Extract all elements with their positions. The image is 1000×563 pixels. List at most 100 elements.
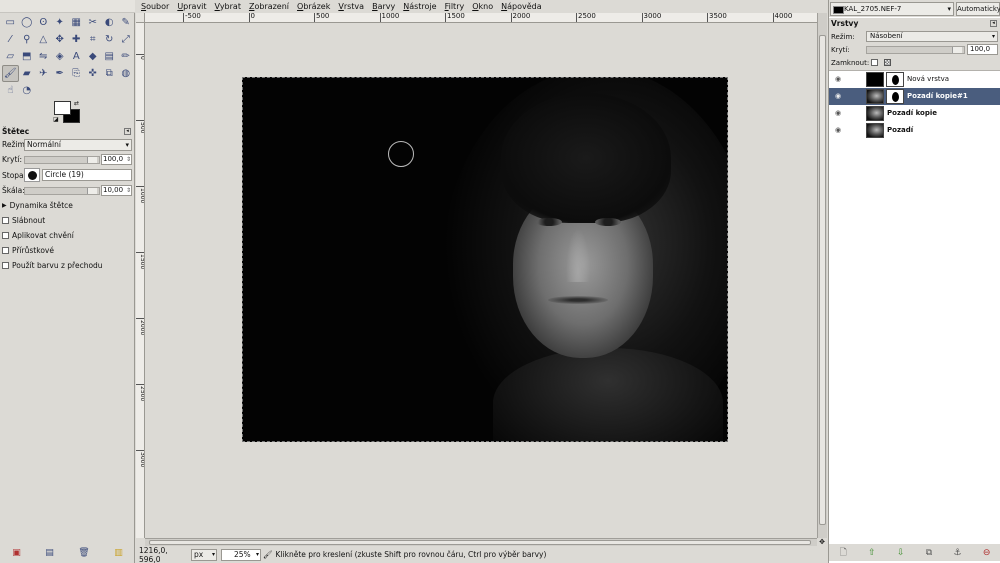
- layer-name[interactable]: Pozadí kopie#1: [907, 92, 968, 100]
- layer-thumbnail[interactable]: [866, 106, 884, 121]
- panel-menu-icon[interactable]: ◂: [990, 20, 997, 27]
- raise-layer-icon[interactable]: ⇧: [868, 548, 876, 558]
- link-toggle[interactable]: [851, 108, 860, 118]
- layer-row[interactable]: ◉ Nová vrstva: [829, 71, 1000, 88]
- blur-icon[interactable]: ◍: [118, 65, 135, 82]
- scale-slider[interactable]: [24, 186, 100, 195]
- dynamics-expander[interactable]: ▶ Dynamika štětce: [0, 198, 135, 213]
- layer-row[interactable]: ◉ Pozadí kopie#1: [829, 88, 1000, 105]
- ellipse-select-icon[interactable]: ◯: [19, 14, 36, 31]
- color-select-icon[interactable]: ▦: [68, 14, 85, 31]
- measure-icon[interactable]: △: [35, 31, 52, 48]
- layer-thumbnail[interactable]: [866, 89, 884, 104]
- incremental-option[interactable]: Přírůstkové: [0, 243, 135, 258]
- menu-item-6[interactable]: Barvy: [367, 2, 398, 11]
- airbrush-icon[interactable]: ✈: [35, 65, 52, 82]
- menu-item-4[interactable]: Obrázek: [292, 2, 333, 11]
- text-icon[interactable]: A: [68, 48, 85, 65]
- paintbrush-icon[interactable]: 🖌: [2, 65, 19, 82]
- pencil-icon[interactable]: ✏: [118, 48, 135, 65]
- layer-name[interactable]: Pozadí kopie: [887, 109, 937, 117]
- align-icon[interactable]: ✚: [68, 31, 85, 48]
- gradient-checkbox[interactable]: [2, 262, 9, 269]
- zoom-icon[interactable]: ⚲: [19, 31, 36, 48]
- reset-options-icon[interactable]: ▥: [114, 548, 123, 558]
- unit-select[interactable]: px: [191, 548, 217, 561]
- perspective-clone-icon[interactable]: ⧉: [101, 65, 118, 82]
- flip-icon[interactable]: ⇋: [35, 48, 52, 65]
- horizontal-scrollbar[interactable]: [145, 538, 817, 546]
- blend-icon[interactable]: ▤: [101, 48, 118, 65]
- menu-item-10[interactable]: Nápověda: [496, 2, 545, 11]
- opacity-slider-handle[interactable]: [87, 156, 97, 163]
- horizontal-scrollbar-thumb[interactable]: [149, 540, 811, 545]
- foreground-color[interactable]: [54, 101, 71, 115]
- scale-slider-handle[interactable]: [87, 187, 97, 194]
- delete-layer-icon[interactable]: ⊖: [983, 548, 991, 558]
- reset-colors-icon[interactable]: ◪: [53, 116, 59, 123]
- image-select[interactable]: KAL_2705.NEF-7: [830, 1, 954, 16]
- scale-spin[interactable]: 10,00: [101, 185, 132, 196]
- fuzzy-select-icon[interactable]: ✦: [52, 14, 69, 31]
- layer-opacity-handle[interactable]: [952, 46, 962, 53]
- link-toggle[interactable]: [851, 74, 860, 84]
- layer-row[interactable]: ◉ Pozadí: [829, 122, 1000, 139]
- duplicate-layer-icon[interactable]: ⧉: [926, 548, 932, 558]
- save-preset-icon[interactable]: ▣: [12, 548, 21, 558]
- gradient-option[interactable]: Použít barvu z přechodu: [0, 258, 135, 273]
- layer-opacity-slider[interactable]: [866, 45, 965, 54]
- perspective-icon[interactable]: ⬒: [19, 48, 36, 65]
- jitter-option[interactable]: Aplikovat chvění: [0, 228, 135, 243]
- menu-item-8[interactable]: Filtry: [440, 2, 468, 11]
- navigate-icon[interactable]: ✥: [817, 538, 827, 546]
- lower-layer-icon[interactable]: ⇩: [897, 548, 905, 558]
- swap-colors-icon[interactable]: ⇄: [74, 100, 79, 107]
- move-icon[interactable]: ✥: [52, 31, 69, 48]
- cage-icon[interactable]: ◈: [52, 48, 69, 65]
- lock-pixels-checkbox[interactable]: [871, 59, 879, 66]
- panel-menu-icon[interactable]: ◂: [124, 128, 131, 135]
- menu-item-3[interactable]: Zobrazení: [244, 2, 292, 11]
- quick-mask-corner[interactable]: [136, 13, 145, 23]
- color-picker-icon[interactable]: ⁄: [2, 31, 19, 48]
- menu-item-2[interactable]: Vybrat: [210, 2, 244, 11]
- visibility-eye-icon[interactable]: ◉: [835, 109, 841, 117]
- layer-thumbnail[interactable]: [866, 123, 884, 138]
- brush-name-field[interactable]: Circle (19): [42, 169, 132, 181]
- vertical-ruler[interactable]: 0 500 1000 1500 2000 2500 3000: [136, 23, 145, 538]
- fade-checkbox[interactable]: [2, 217, 9, 224]
- crop-icon[interactable]: ⌗: [85, 31, 102, 48]
- shear-icon[interactable]: ▱: [2, 48, 19, 65]
- layer-name[interactable]: Nová vrstva: [907, 75, 949, 83]
- lasso-icon[interactable]: ʘ: [35, 14, 52, 31]
- new-layer-icon[interactable]: 🗋: [840, 545, 847, 561]
- image-canvas[interactable]: [242, 77, 728, 442]
- menu-item-0[interactable]: Soubor: [136, 2, 172, 11]
- dodge-burn-icon[interactable]: ◔: [19, 82, 36, 99]
- opacity-spin[interactable]: 100,0: [101, 154, 132, 165]
- ink-icon[interactable]: ✒: [52, 65, 69, 82]
- visibility-eye-icon[interactable]: ◉: [835, 92, 841, 100]
- smudge-icon[interactable]: ☝: [2, 82, 19, 99]
- delete-preset-icon[interactable]: 🗑: [78, 548, 89, 558]
- zoom-select[interactable]: 25%: [221, 548, 261, 561]
- fade-option[interactable]: Slábnout: [0, 213, 135, 228]
- mode-select[interactable]: Normální: [24, 138, 132, 151]
- menu-item-5[interactable]: Vrstva: [333, 2, 367, 11]
- layer-mask-thumbnail[interactable]: [886, 72, 904, 87]
- rotate-icon[interactable]: ↻: [101, 31, 118, 48]
- layer-row[interactable]: ◉ Pozadí kopie: [829, 105, 1000, 122]
- color-swatch[interactable]: ⇄ ◪: [52, 100, 82, 124]
- visibility-eye-icon[interactable]: ◉: [835, 126, 841, 134]
- scissors-select-icon[interactable]: ✂: [85, 14, 102, 31]
- jitter-checkbox[interactable]: [2, 232, 9, 239]
- clone-icon[interactable]: ⎘: [68, 65, 85, 82]
- paths-icon[interactable]: ✎: [118, 14, 135, 31]
- vertical-scrollbar[interactable]: [817, 13, 827, 538]
- incremental-checkbox[interactable]: [2, 247, 9, 254]
- foreground-select-icon[interactable]: ◐: [101, 14, 118, 31]
- layer-mode-select[interactable]: Násobení: [866, 31, 998, 42]
- menu-item-7[interactable]: Nástroje: [398, 2, 439, 11]
- scale-icon[interactable]: ⤢: [118, 31, 135, 48]
- bucket-fill-icon[interactable]: ◆: [85, 48, 102, 65]
